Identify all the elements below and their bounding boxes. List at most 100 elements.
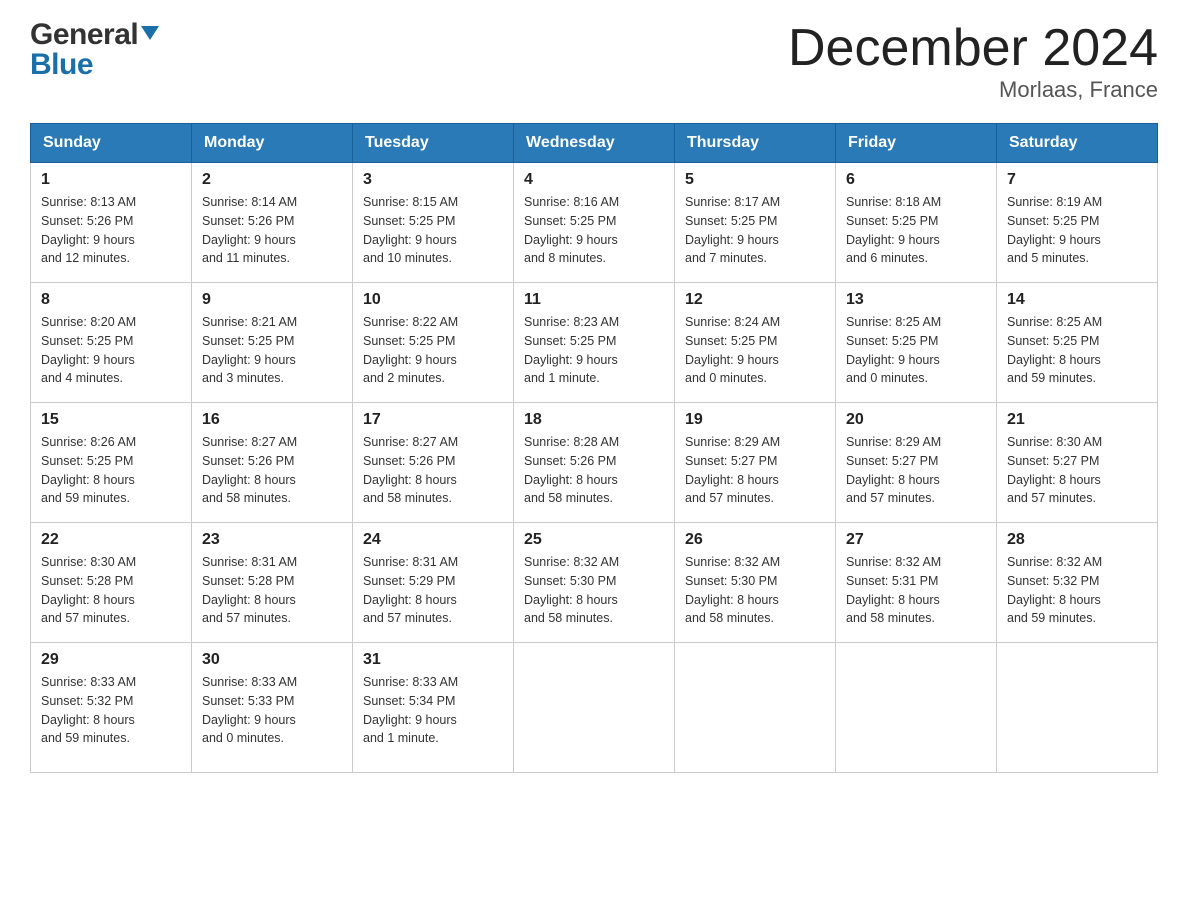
day-number: 16 — [202, 411, 342, 429]
calendar-cell: 15 Sunrise: 8:26 AM Sunset: 5:25 PM Dayl… — [31, 403, 192, 523]
calendar-cell: 24 Sunrise: 8:31 AM Sunset: 5:29 PM Dayl… — [353, 523, 514, 643]
calendar-cell: 6 Sunrise: 8:18 AM Sunset: 5:25 PM Dayli… — [836, 163, 997, 283]
header-tuesday: Tuesday — [353, 124, 514, 163]
day-number: 5 — [685, 171, 825, 189]
day-info: Sunrise: 8:14 AM Sunset: 5:26 PM Dayligh… — [202, 193, 342, 268]
location-subtitle: Morlaas, France — [788, 77, 1158, 103]
day-number: 12 — [685, 291, 825, 309]
day-number: 10 — [363, 291, 503, 309]
calendar-cell: 13 Sunrise: 8:25 AM Sunset: 5:25 PM Dayl… — [836, 283, 997, 403]
day-info: Sunrise: 8:13 AM Sunset: 5:26 PM Dayligh… — [41, 193, 181, 268]
logo-general: General — [30, 20, 138, 50]
day-number: 18 — [524, 411, 664, 429]
calendar-cell: 19 Sunrise: 8:29 AM Sunset: 5:27 PM Dayl… — [675, 403, 836, 523]
calendar-cell: 9 Sunrise: 8:21 AM Sunset: 5:25 PM Dayli… — [192, 283, 353, 403]
page-header: General Blue December 2024 Morlaas, Fran… — [30, 20, 1158, 103]
day-info: Sunrise: 8:19 AM Sunset: 5:25 PM Dayligh… — [1007, 193, 1147, 268]
day-number: 20 — [846, 411, 986, 429]
calendar-cell: 12 Sunrise: 8:24 AM Sunset: 5:25 PM Dayl… — [675, 283, 836, 403]
day-info: Sunrise: 8:32 AM Sunset: 5:31 PM Dayligh… — [846, 553, 986, 628]
day-info: Sunrise: 8:31 AM Sunset: 5:28 PM Dayligh… — [202, 553, 342, 628]
day-info: Sunrise: 8:30 AM Sunset: 5:28 PM Dayligh… — [41, 553, 181, 628]
calendar-cell: 21 Sunrise: 8:30 AM Sunset: 5:27 PM Dayl… — [997, 403, 1158, 523]
day-number: 27 — [846, 531, 986, 549]
calendar-cell: 20 Sunrise: 8:29 AM Sunset: 5:27 PM Dayl… — [836, 403, 997, 523]
calendar-cell: 16 Sunrise: 8:27 AM Sunset: 5:26 PM Dayl… — [192, 403, 353, 523]
day-number: 4 — [524, 171, 664, 189]
calendar-cell: 26 Sunrise: 8:32 AM Sunset: 5:30 PM Dayl… — [675, 523, 836, 643]
calendar-cell — [836, 643, 997, 773]
day-number: 28 — [1007, 531, 1147, 549]
header-wednesday: Wednesday — [514, 124, 675, 163]
day-info: Sunrise: 8:18 AM Sunset: 5:25 PM Dayligh… — [846, 193, 986, 268]
day-number: 7 — [1007, 171, 1147, 189]
day-info: Sunrise: 8:16 AM Sunset: 5:25 PM Dayligh… — [524, 193, 664, 268]
calendar-cell: 5 Sunrise: 8:17 AM Sunset: 5:25 PM Dayli… — [675, 163, 836, 283]
day-number: 2 — [202, 171, 342, 189]
day-info: Sunrise: 8:15 AM Sunset: 5:25 PM Dayligh… — [363, 193, 503, 268]
calendar-cell: 29 Sunrise: 8:33 AM Sunset: 5:32 PM Dayl… — [31, 643, 192, 773]
calendar-cell — [675, 643, 836, 773]
day-number: 3 — [363, 171, 503, 189]
day-number: 9 — [202, 291, 342, 309]
day-number: 21 — [1007, 411, 1147, 429]
week-row-4: 22 Sunrise: 8:30 AM Sunset: 5:28 PM Dayl… — [31, 523, 1158, 643]
week-row-1: 1 Sunrise: 8:13 AM Sunset: 5:26 PM Dayli… — [31, 163, 1158, 283]
day-number: 24 — [363, 531, 503, 549]
day-info: Sunrise: 8:28 AM Sunset: 5:26 PM Dayligh… — [524, 433, 664, 508]
day-number: 22 — [41, 531, 181, 549]
header-thursday: Thursday — [675, 124, 836, 163]
day-info: Sunrise: 8:26 AM Sunset: 5:25 PM Dayligh… — [41, 433, 181, 508]
day-number: 15 — [41, 411, 181, 429]
calendar-cell: 27 Sunrise: 8:32 AM Sunset: 5:31 PM Dayl… — [836, 523, 997, 643]
day-number: 1 — [41, 171, 181, 189]
day-info: Sunrise: 8:32 AM Sunset: 5:30 PM Dayligh… — [524, 553, 664, 628]
day-number: 29 — [41, 651, 181, 669]
day-info: Sunrise: 8:25 AM Sunset: 5:25 PM Dayligh… — [1007, 313, 1147, 388]
day-number: 23 — [202, 531, 342, 549]
calendar-cell — [514, 643, 675, 773]
calendar-cell: 1 Sunrise: 8:13 AM Sunset: 5:26 PM Dayli… — [31, 163, 192, 283]
day-info: Sunrise: 8:32 AM Sunset: 5:32 PM Dayligh… — [1007, 553, 1147, 628]
day-number: 19 — [685, 411, 825, 429]
calendar-cell: 11 Sunrise: 8:23 AM Sunset: 5:25 PM Dayl… — [514, 283, 675, 403]
calendar-cell: 10 Sunrise: 8:22 AM Sunset: 5:25 PM Dayl… — [353, 283, 514, 403]
calendar-cell: 7 Sunrise: 8:19 AM Sunset: 5:25 PM Dayli… — [997, 163, 1158, 283]
day-info: Sunrise: 8:29 AM Sunset: 5:27 PM Dayligh… — [685, 433, 825, 508]
header-sunday: Sunday — [31, 124, 192, 163]
calendar-cell: 22 Sunrise: 8:30 AM Sunset: 5:28 PM Dayl… — [31, 523, 192, 643]
day-info: Sunrise: 8:31 AM Sunset: 5:29 PM Dayligh… — [363, 553, 503, 628]
day-info: Sunrise: 8:32 AM Sunset: 5:30 PM Dayligh… — [685, 553, 825, 628]
day-info: Sunrise: 8:27 AM Sunset: 5:26 PM Dayligh… — [202, 433, 342, 508]
calendar-cell: 8 Sunrise: 8:20 AM Sunset: 5:25 PM Dayli… — [31, 283, 192, 403]
header-saturday: Saturday — [997, 124, 1158, 163]
calendar-cell: 4 Sunrise: 8:16 AM Sunset: 5:25 PM Dayli… — [514, 163, 675, 283]
calendar-cell: 17 Sunrise: 8:27 AM Sunset: 5:26 PM Dayl… — [353, 403, 514, 523]
day-number: 11 — [524, 291, 664, 309]
calendar-cell: 18 Sunrise: 8:28 AM Sunset: 5:26 PM Dayl… — [514, 403, 675, 523]
day-number: 26 — [685, 531, 825, 549]
calendar-cell: 28 Sunrise: 8:32 AM Sunset: 5:32 PM Dayl… — [997, 523, 1158, 643]
day-number: 6 — [846, 171, 986, 189]
day-number: 25 — [524, 531, 664, 549]
day-info: Sunrise: 8:25 AM Sunset: 5:25 PM Dayligh… — [846, 313, 986, 388]
day-info: Sunrise: 8:30 AM Sunset: 5:27 PM Dayligh… — [1007, 433, 1147, 508]
calendar-table: SundayMondayTuesdayWednesdayThursdayFrid… — [30, 123, 1158, 773]
logo-blue: Blue — [30, 48, 93, 81]
title-block: December 2024 Morlaas, France — [788, 20, 1158, 103]
day-info: Sunrise: 8:17 AM Sunset: 5:25 PM Dayligh… — [685, 193, 825, 268]
day-info: Sunrise: 8:33 AM Sunset: 5:33 PM Dayligh… — [202, 673, 342, 748]
calendar-cell — [997, 643, 1158, 773]
calendar-cell: 25 Sunrise: 8:32 AM Sunset: 5:30 PM Dayl… — [514, 523, 675, 643]
logo: General Blue — [30, 20, 159, 80]
day-info: Sunrise: 8:20 AM Sunset: 5:25 PM Dayligh… — [41, 313, 181, 388]
day-info: Sunrise: 8:27 AM Sunset: 5:26 PM Dayligh… — [363, 433, 503, 508]
calendar-cell: 30 Sunrise: 8:33 AM Sunset: 5:33 PM Dayl… — [192, 643, 353, 773]
week-row-5: 29 Sunrise: 8:33 AM Sunset: 5:32 PM Dayl… — [31, 643, 1158, 773]
day-info: Sunrise: 8:23 AM Sunset: 5:25 PM Dayligh… — [524, 313, 664, 388]
month-year-title: December 2024 — [788, 20, 1158, 77]
header-monday: Monday — [192, 124, 353, 163]
day-info: Sunrise: 8:24 AM Sunset: 5:25 PM Dayligh… — [685, 313, 825, 388]
day-info: Sunrise: 8:22 AM Sunset: 5:25 PM Dayligh… — [363, 313, 503, 388]
day-number: 14 — [1007, 291, 1147, 309]
